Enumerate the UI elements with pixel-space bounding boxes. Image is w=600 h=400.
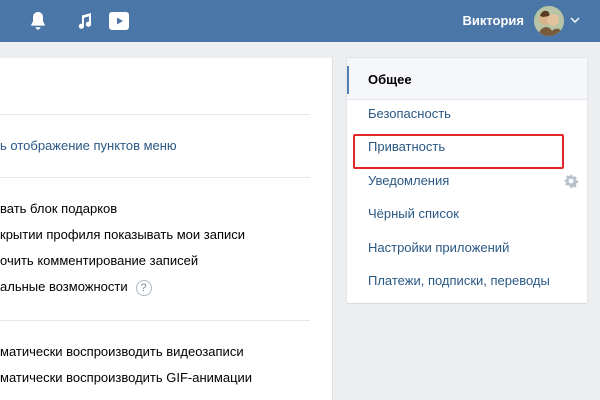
menu-display-link[interactable]: ь отображение пунктов меню <box>0 138 177 153</box>
menu-item-payments[interactable]: Платежи, подписки, переводы <box>347 265 587 297</box>
option-special-features[interactable]: альные возможности? <box>0 279 152 296</box>
avatar[interactable] <box>534 6 564 36</box>
top-bar: Виктория <box>0 0 600 42</box>
option-gift-block[interactable]: вать блок подарков <box>0 201 117 216</box>
settings-menu: Общее Безопасность Приватность Уведомлен… <box>347 58 587 303</box>
general-settings-panel: ь отображение пунктов меню вать блок под… <box>0 58 333 400</box>
menu-item-security[interactable]: Безопасность <box>347 98 587 130</box>
divider <box>0 320 310 321</box>
menu-item-app-settings[interactable]: Настройки приложений <box>347 232 587 264</box>
bell-icon[interactable] <box>26 9 50 33</box>
music-icon[interactable] <box>73 9 97 33</box>
menu-item-blacklist[interactable]: Чёрный список <box>347 198 587 230</box>
gear-icon[interactable] <box>563 173 579 189</box>
user-name[interactable]: Виктория <box>462 13 524 28</box>
menu-item-general[interactable]: Общее <box>347 64 587 96</box>
video-icon[interactable] <box>107 9 131 33</box>
option-show-my-posts[interactable]: крытии профиля показывать мои записи <box>0 227 245 242</box>
option-special-features-label: альные возможности <box>0 279 128 294</box>
help-icon[interactable]: ? <box>135 279 152 296</box>
option-autoplay-gif[interactable]: матически воспроизводить GIF-анимации <box>0 370 252 385</box>
menu-item-privacy[interactable]: Приватность <box>347 131 587 163</box>
chevron-down-icon[interactable] <box>569 14 581 26</box>
divider <box>0 177 310 178</box>
divider <box>0 114 310 115</box>
option-autoplay-video[interactable]: матически воспроизводить видеозаписи <box>0 344 244 359</box>
menu-item-notifications[interactable]: Уведомления <box>347 165 587 197</box>
option-disable-comments[interactable]: очить комментирование записей <box>0 253 198 268</box>
